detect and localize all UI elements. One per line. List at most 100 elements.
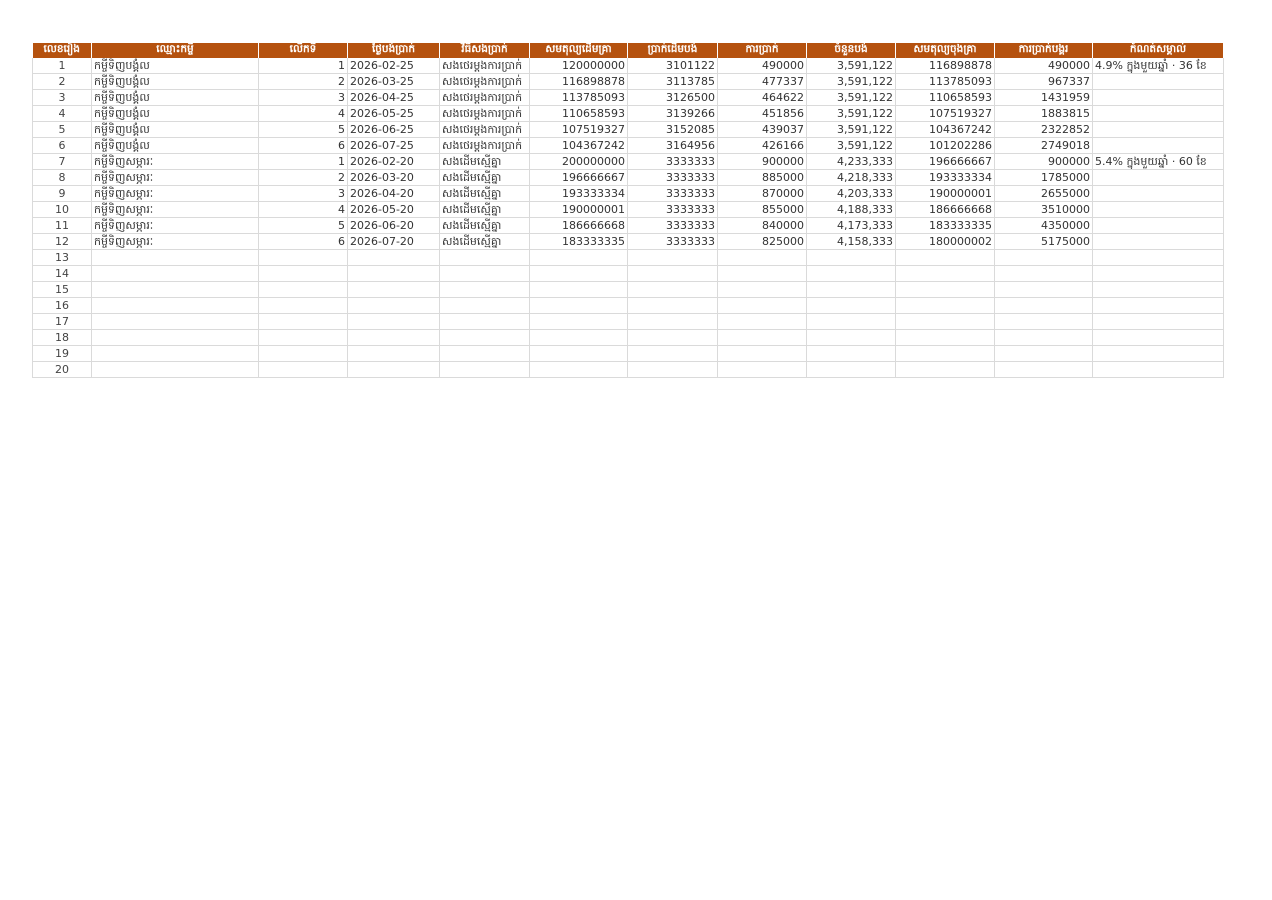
cell-name[interactable]: កម្ចីទិញបង្គំល	[91, 121, 259, 138]
cell-open[interactable]: 186666668	[529, 217, 628, 234]
cell-date[interactable]	[347, 329, 440, 346]
cell-name[interactable]: កម្ចីទិញសម្ភារៈ	[91, 233, 259, 250]
cell-cum_interest[interactable]: 490000	[994, 58, 1093, 74]
cell-date[interactable]	[347, 313, 440, 330]
cell-name[interactable]: កម្ចីទិញសម្ភារៈ	[91, 185, 259, 202]
cell-interest[interactable]	[717, 265, 807, 282]
cell-close[interactable]: 193333334	[895, 169, 995, 186]
cell-principal[interactable]: 3333333	[627, 201, 718, 218]
column-header-note[interactable]: កំណត់សម្គាល់	[1092, 43, 1224, 58]
row-number[interactable]: 10	[32, 201, 92, 218]
cell-cum_interest[interactable]	[994, 329, 1093, 346]
cell-close[interactable]: 180000002	[895, 233, 995, 250]
cell-name[interactable]	[91, 313, 259, 330]
cell-name[interactable]: កម្ចីទិញបង្គំល	[91, 73, 259, 90]
cell-interest[interactable]: 870000	[717, 185, 807, 202]
cell-time[interactable]	[258, 345, 348, 362]
cell-method[interactable]	[439, 249, 530, 266]
cell-close[interactable]	[895, 265, 995, 282]
cell-close[interactable]: 101202286	[895, 137, 995, 154]
cell-time[interactable]	[258, 281, 348, 298]
cell-interest[interactable]: 900000	[717, 153, 807, 170]
cell-principal[interactable]	[627, 281, 718, 298]
cell-note[interactable]	[1092, 217, 1224, 234]
cell-method[interactable]: សងថេរម្តងការប្រាក់	[439, 58, 530, 74]
cell-payment[interactable]: 3,591,122	[806, 105, 896, 122]
cell-payment[interactable]: 3,591,122	[806, 73, 896, 90]
column-header-method[interactable]: វិធីសងប្រាក់	[439, 43, 530, 58]
cell-open[interactable]	[529, 249, 628, 266]
cell-close[interactable]: 113785093	[895, 73, 995, 90]
cell-method[interactable]	[439, 329, 530, 346]
column-header-close[interactable]: សមតុល្យចុងគ្រា	[895, 43, 995, 58]
cell-date[interactable]: 2026-07-20	[347, 233, 440, 250]
cell-interest[interactable]: 451856	[717, 105, 807, 122]
cell-principal[interactable]	[627, 329, 718, 346]
cell-time[interactable]: 6	[258, 137, 348, 154]
cell-open[interactable]	[529, 265, 628, 282]
cell-close[interactable]	[895, 345, 995, 362]
column-header-idx[interactable]: លេខរៀង	[32, 43, 92, 58]
cell-note[interactable]	[1092, 281, 1224, 298]
cell-open[interactable]: 190000001	[529, 201, 628, 218]
row-number[interactable]: 3	[32, 89, 92, 106]
row-number[interactable]: 17	[32, 313, 92, 330]
row-number[interactable]: 9	[32, 185, 92, 202]
cell-principal[interactable]: 3139266	[627, 105, 718, 122]
row-number[interactable]: 4	[32, 105, 92, 122]
cell-time[interactable]	[258, 329, 348, 346]
cell-interest[interactable]	[717, 329, 807, 346]
row-number[interactable]: 18	[32, 329, 92, 346]
cell-payment[interactable]: 4,158,333	[806, 233, 896, 250]
cell-payment[interactable]	[806, 313, 896, 330]
cell-note[interactable]	[1092, 89, 1224, 106]
cell-principal[interactable]: 3101122	[627, 58, 718, 74]
cell-method[interactable]: សងថេរម្តងការប្រាក់	[439, 121, 530, 138]
cell-open[interactable]: 110658593	[529, 105, 628, 122]
cell-method[interactable]: សងថេរម្តងការប្រាក់	[439, 73, 530, 90]
cell-cum_interest[interactable]: 2749018	[994, 137, 1093, 154]
cell-interest[interactable]: 855000	[717, 201, 807, 218]
cell-payment[interactable]: 4,233,333	[806, 153, 896, 170]
cell-date[interactable]: 2026-06-25	[347, 121, 440, 138]
cell-method[interactable]: សងដើមស្មើគ្នា	[439, 169, 530, 186]
cell-open[interactable]: 183333335	[529, 233, 628, 250]
cell-date[interactable]: 2026-05-25	[347, 105, 440, 122]
cell-method[interactable]: សងដើមស្មើគ្នា	[439, 201, 530, 218]
cell-date[interactable]	[347, 265, 440, 282]
cell-name[interactable]: កម្ចីទិញបង្គំល	[91, 137, 259, 154]
cell-principal[interactable]: 3333333	[627, 169, 718, 186]
cell-cum_interest[interactable]: 5175000	[994, 233, 1093, 250]
row-number[interactable]: 6	[32, 137, 92, 154]
cell-open[interactable]	[529, 329, 628, 346]
cell-interest[interactable]: 439037	[717, 121, 807, 138]
row-number[interactable]: 7	[32, 153, 92, 170]
cell-time[interactable]: 6	[258, 233, 348, 250]
cell-name[interactable]: កម្ចីទិញសម្ភារៈ	[91, 217, 259, 234]
cell-date[interactable]: 2026-07-25	[347, 137, 440, 154]
cell-payment[interactable]	[806, 345, 896, 362]
cell-principal[interactable]: 3164956	[627, 137, 718, 154]
row-number[interactable]: 13	[32, 249, 92, 266]
cell-note[interactable]: 5.4% ក្នុងមួយឆ្នាំ · 60 ខែ	[1092, 153, 1224, 170]
cell-principal[interactable]	[627, 313, 718, 330]
cell-name[interactable]: កម្ចីទិញបង្គំល	[91, 89, 259, 106]
cell-interest[interactable]	[717, 345, 807, 362]
cell-open[interactable]: 107519327	[529, 121, 628, 138]
cell-cum_interest[interactable]	[994, 345, 1093, 362]
cell-note[interactable]	[1092, 73, 1224, 90]
cell-cum_interest[interactable]: 2655000	[994, 185, 1093, 202]
column-header-date[interactable]: ថ្ងៃបង់ប្រាក់	[347, 43, 440, 58]
cell-time[interactable]	[258, 361, 348, 378]
cell-close[interactable]: 110658593	[895, 89, 995, 106]
cell-open[interactable]: 196666667	[529, 169, 628, 186]
cell-close[interactable]	[895, 249, 995, 266]
cell-payment[interactable]: 3,591,122	[806, 137, 896, 154]
row-number[interactable]: 11	[32, 217, 92, 234]
cell-date[interactable]	[347, 249, 440, 266]
cell-interest[interactable]	[717, 249, 807, 266]
cell-principal[interactable]	[627, 297, 718, 314]
cell-date[interactable]	[347, 297, 440, 314]
cell-interest[interactable]: 885000	[717, 169, 807, 186]
column-header-time[interactable]: លើកទី	[258, 43, 348, 58]
